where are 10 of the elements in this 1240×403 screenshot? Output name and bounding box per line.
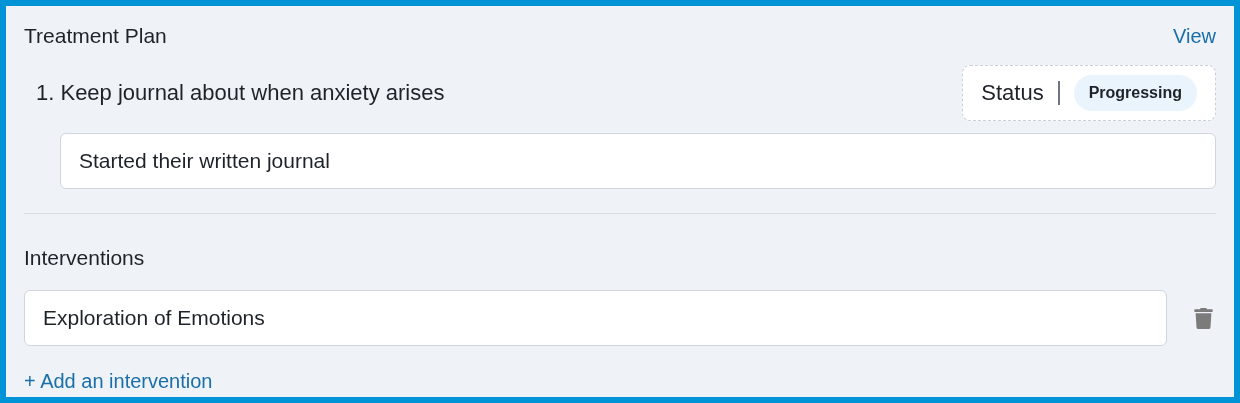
status-label: Status <box>981 79 1044 107</box>
section-title: Treatment Plan <box>24 23 167 49</box>
goal-text: 1. Keep journal about when anxiety arises <box>36 79 445 107</box>
goal-note-field[interactable]: Started their written journal <box>60 132 1216 189</box>
status-badge: Progressing <box>1073 74 1197 111</box>
interventions-heading: Interventions <box>24 244 146 271</box>
view-link[interactable]: View <box>1173 20 1216 51</box>
add-intervention-link[interactable]: + Add an intervention <box>24 366 1216 396</box>
intervention-field[interactable]: Exploration of Emotions <box>24 290 1167 346</box>
delete-icon[interactable] <box>1193 307 1214 329</box>
